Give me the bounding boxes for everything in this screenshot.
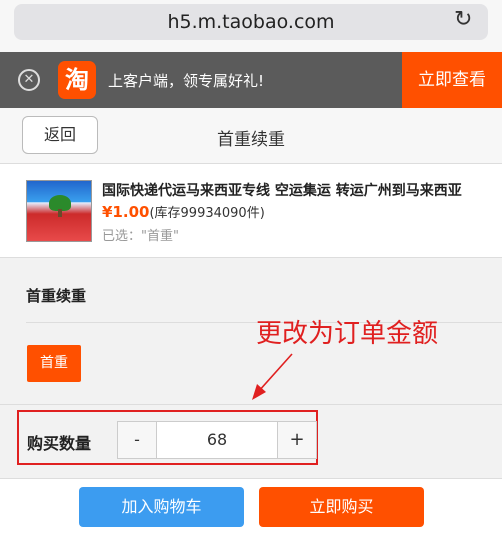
quantity-label: 购买数量	[27, 434, 92, 453]
divider	[0, 404, 502, 405]
quantity-increment-button[interactable]: +	[277, 421, 317, 459]
thumbnail-trunk-graphic	[58, 209, 62, 217]
product-price-line: ¥1.00(库存99934090件)	[102, 202, 265, 221]
product-price: ¥1.00	[102, 203, 150, 221]
quantity-input[interactable]: 68	[157, 421, 277, 459]
product-summary: 国际快递代运马来西亚专线 空运集运 转运广州到马来西亚 ¥1.00(库存9993…	[0, 164, 502, 258]
navigation-bar: 返回 首重续重	[0, 108, 502, 164]
back-button[interactable]: 返回	[22, 116, 98, 154]
bottom-action-bar: 加入购物车 立即购买	[0, 478, 502, 534]
quantity-highlight-box: 购买数量 - 68 +	[17, 410, 318, 465]
close-circle-icon[interactable]: ✕	[18, 69, 40, 91]
taobao-logo: 淘	[58, 61, 96, 99]
product-thumbnail	[26, 180, 92, 242]
reload-icon[interactable]: ↻	[454, 9, 476, 31]
open-app-button[interactable]: 立即查看	[402, 52, 502, 108]
product-title: 国际快递代运马来西亚专线 空运集运 转运广州到马来西亚	[102, 183, 462, 199]
sku-option-first-weight[interactable]: 首重	[27, 345, 81, 382]
sku-section-title: 首重续重	[26, 287, 87, 305]
browser-address-bar: h5.m.taobao.com ↻	[0, 0, 502, 52]
selected-option-text: 已选："首重"	[102, 229, 179, 244]
app-promo-banner: ✕ 淘 上客户端，领专属好礼! 立即查看	[0, 52, 502, 108]
promo-text: 上客户端，领专属好礼!	[108, 72, 265, 90]
url-text: h5.m.taobao.com	[167, 11, 335, 33]
quantity-decrement-button[interactable]: -	[117, 421, 157, 459]
add-to-cart-button[interactable]: 加入购物车	[79, 487, 244, 527]
url-field[interactable]: h5.m.taobao.com ↻	[14, 4, 488, 40]
buy-now-button[interactable]: 立即购买	[259, 487, 424, 527]
product-stock: (库存99934090件)	[149, 206, 265, 221]
annotation-text: 更改为订单金额	[256, 319, 439, 349]
annotation-arrow-icon	[252, 353, 293, 400]
